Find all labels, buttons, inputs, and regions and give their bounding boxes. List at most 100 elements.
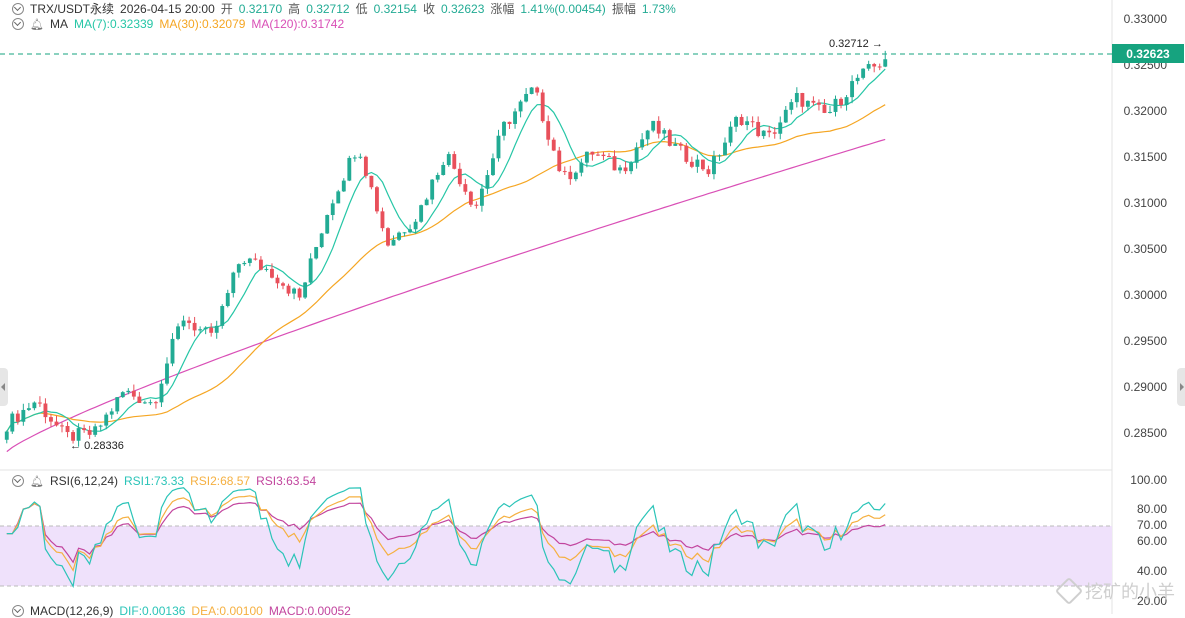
candle <box>286 283 291 297</box>
candle <box>435 172 440 183</box>
candle <box>120 391 125 398</box>
candle <box>131 384 136 400</box>
price-tick: 0.29500 <box>1123 334 1167 348</box>
rsi-tick: 70.00 <box>1136 518 1167 532</box>
candle-body <box>872 64 877 67</box>
candle-body <box>352 157 357 159</box>
low-label: 低 <box>355 2 368 16</box>
ma30-line <box>6 104 886 432</box>
ma30-path <box>6 104 886 432</box>
candle-body <box>855 77 860 82</box>
candle <box>32 401 37 411</box>
candlestick-chart[interactable] <box>0 0 1185 614</box>
candle-body <box>656 120 661 134</box>
candle <box>739 114 744 126</box>
candle <box>154 400 158 409</box>
candle <box>319 232 324 249</box>
candle-body <box>281 283 285 286</box>
candle-body <box>734 116 738 127</box>
candle <box>662 128 667 140</box>
candle <box>104 412 109 430</box>
candle-body <box>717 155 722 157</box>
candle-body <box>430 179 435 200</box>
candle <box>231 271 236 298</box>
alert-bell-icon[interactable]: 🔔︎ <box>30 475 44 488</box>
macd-dea-value: DEA:0.00100 <box>191 604 263 618</box>
candle <box>457 162 462 187</box>
candle <box>612 150 617 171</box>
candle <box>159 379 164 407</box>
candle <box>651 120 656 133</box>
candle-body <box>10 413 15 432</box>
candle-body <box>850 81 855 98</box>
close-label: 收 <box>422 2 435 16</box>
candle <box>314 246 319 260</box>
candle <box>391 235 396 246</box>
candle-body <box>712 155 716 175</box>
candle-body <box>413 221 418 230</box>
candle-body <box>695 159 700 167</box>
candle-body <box>26 408 31 410</box>
candle <box>170 333 175 367</box>
collapse-chevron-icon[interactable] <box>12 475 24 487</box>
candle-body <box>866 64 871 69</box>
candle <box>65 421 70 438</box>
collapse-chevron-icon[interactable] <box>12 2 24 15</box>
candle <box>822 99 827 114</box>
candle <box>419 204 424 223</box>
collapse-chevron-icon[interactable] <box>12 605 24 617</box>
candle <box>165 357 169 386</box>
candle-body <box>723 142 727 156</box>
candle <box>778 116 783 140</box>
candle <box>325 214 330 234</box>
low-marker-value: 0.28336 <box>84 440 124 452</box>
candle-body <box>739 116 744 125</box>
scroll-right-tab[interactable] <box>1177 368 1185 406</box>
candle <box>551 137 556 152</box>
rsi-legend: 🔔︎ RSI(6,12,24) RSI1:73.33 RSI2:68.57 RS… <box>12 474 316 488</box>
candle <box>352 155 357 162</box>
open-value: 0.32170 <box>238 1 283 16</box>
candle-body <box>540 92 545 122</box>
candle <box>839 97 843 109</box>
candle <box>767 126 772 138</box>
candle <box>214 320 219 339</box>
candle <box>645 129 650 146</box>
candle-body <box>805 100 810 107</box>
ma7-line <box>6 68 886 432</box>
collapse-chevron-icon[interactable] <box>12 18 24 30</box>
candle <box>562 166 567 175</box>
high-value: 0.32712 <box>306 1 350 16</box>
candle <box>242 261 247 266</box>
candle-body <box>491 158 495 176</box>
candle <box>297 287 302 301</box>
candle-body <box>573 172 578 180</box>
scroll-left-tab[interactable] <box>0 368 8 406</box>
alert-bell-icon[interactable]: 🔔︎ <box>30 18 44 31</box>
candle-body <box>126 390 131 393</box>
candle <box>375 185 379 214</box>
candle-body <box>247 258 252 263</box>
price-tick: 0.33000 <box>1123 12 1167 26</box>
candle <box>49 414 53 427</box>
candle-body <box>706 169 711 175</box>
rsi-tick: 60.00 <box>1136 534 1167 548</box>
candle-body <box>397 232 401 240</box>
candle-body <box>535 87 540 93</box>
candle-body <box>264 268 269 270</box>
candle-body <box>463 184 468 192</box>
candle-body <box>391 239 396 246</box>
candle-body <box>596 154 600 156</box>
watermark: 挖矿的小羊 <box>1054 576 1175 606</box>
candle-body <box>579 162 584 173</box>
candle-body <box>15 413 20 422</box>
candle-body <box>358 156 363 158</box>
candle <box>292 287 296 300</box>
candle-body <box>551 139 556 151</box>
candle-body <box>319 233 324 248</box>
candle <box>496 129 501 162</box>
price-tick: 0.31500 <box>1123 150 1167 164</box>
candle-body <box>767 130 772 133</box>
candle <box>463 178 468 195</box>
candle <box>26 402 31 412</box>
